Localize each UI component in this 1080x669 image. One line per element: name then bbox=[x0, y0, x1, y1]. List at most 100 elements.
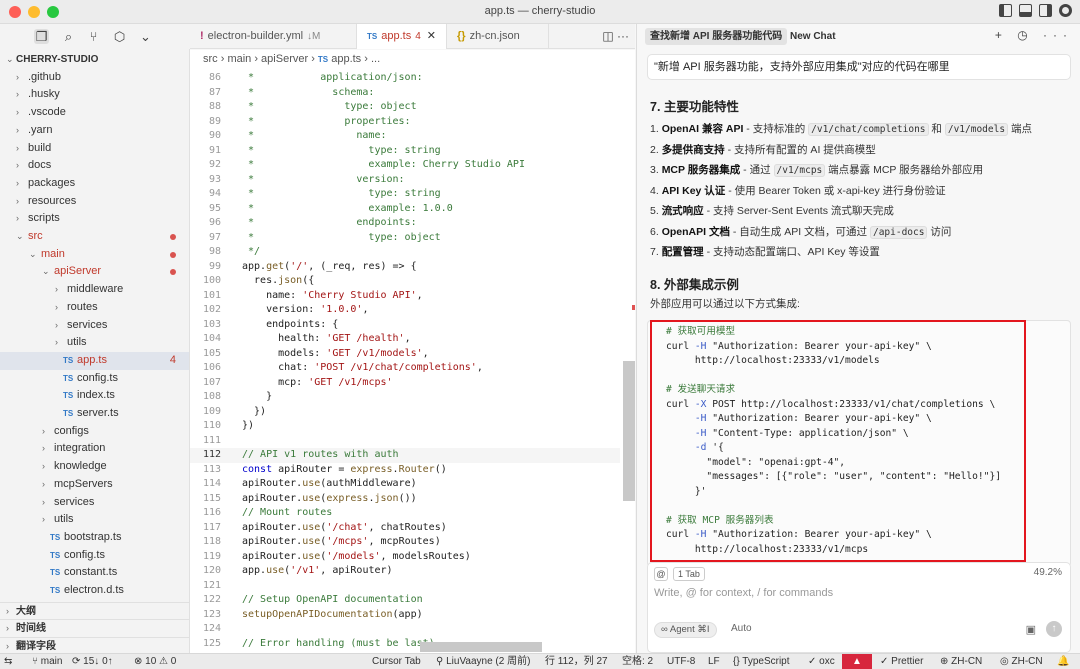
code-line[interactable]: 105 models: 'GET /v1/models', bbox=[190, 347, 620, 362]
mention-button[interactable]: @ bbox=[654, 567, 668, 581]
file-item[interactable]: TS constant.ts bbox=[0, 564, 189, 582]
prettier-status[interactable]: ✓ Prettier bbox=[880, 654, 923, 669]
breadcrumb[interactable]: src › main › apiServer › TS app.ts › ... bbox=[190, 50, 635, 68]
file-item[interactable]: TS electron.d.ts bbox=[0, 582, 189, 600]
code-line[interactable]: 99 app.get('/', (_req, res) => { bbox=[190, 260, 620, 275]
folder-item[interactable]: › resources bbox=[0, 193, 189, 211]
file-item[interactable]: TS config.ts bbox=[0, 547, 189, 565]
send-button[interactable]: ↑ bbox=[1046, 621, 1062, 637]
toggle-primary-sidebar-icon[interactable] bbox=[999, 4, 1012, 17]
code-line[interactable]: 98 */ bbox=[190, 245, 620, 260]
folder-item[interactable]: ⌄ src bbox=[0, 228, 189, 246]
locale-2[interactable]: ◎ ZH-CN bbox=[1000, 654, 1043, 669]
code-line[interactable]: 119 apiRouter.use('/models', modelsRoutes… bbox=[190, 550, 620, 565]
code-line[interactable]: 117 apiRouter.use('/chat', chatRoutes) bbox=[190, 521, 620, 536]
code-line[interactable]: 86 * application/json: bbox=[190, 71, 620, 86]
panel-section[interactable]: › 翻译字段 bbox=[0, 637, 189, 653]
code-line[interactable]: 100 res.json({ bbox=[190, 274, 620, 289]
breadcrumb-path[interactable]: src › main › apiServer › bbox=[203, 53, 318, 65]
folder-item[interactable]: › .yarn bbox=[0, 122, 189, 140]
code-line[interactable]: 94 * type: string bbox=[190, 187, 620, 202]
chat-actions[interactable]: + ◷ ··· bbox=[995, 28, 1073, 42]
sync-status[interactable]: ⟳ 15↓ 0↑ bbox=[72, 654, 113, 669]
toggle-panel-icon[interactable] bbox=[1019, 4, 1032, 17]
folder-item[interactable]: › routes bbox=[0, 299, 189, 317]
code-line[interactable]: 109 }) bbox=[190, 405, 620, 420]
toggle-secondary-sidebar-icon[interactable] bbox=[1039, 4, 1052, 17]
folder-item[interactable]: › knowledge bbox=[0, 458, 189, 476]
code-line[interactable]: 107 mcp: 'GET /v1/mcps' bbox=[190, 376, 620, 391]
code-line[interactable]: 110}) bbox=[190, 419, 620, 434]
code-line[interactable]: 120 app.use('/v1', apiRouter) bbox=[190, 564, 620, 579]
chat-tab-new[interactable]: New Chat bbox=[785, 28, 841, 45]
folder-item[interactable]: › utils bbox=[0, 334, 189, 352]
code-line[interactable]: 102 version: '1.0.0', bbox=[190, 303, 620, 318]
cursor-position[interactable]: 行 112，列 27 bbox=[545, 654, 608, 669]
close-tab-icon[interactable]: ✕ bbox=[427, 30, 436, 42]
code-line[interactable]: 104 health: 'GET /health', bbox=[190, 332, 620, 347]
folder-item[interactable]: › .husky bbox=[0, 86, 189, 104]
git-blame[interactable]: ⚲ LiuVaayne (2 周前) bbox=[436, 654, 530, 669]
folder-item[interactable]: › mcpServers bbox=[0, 476, 189, 494]
branch-indicator[interactable]: ⑂ main bbox=[32, 654, 62, 669]
code-line[interactable]: 108 } bbox=[190, 390, 620, 405]
code-line[interactable]: 122 // Setup OpenAPI documentation bbox=[190, 593, 620, 608]
code-line[interactable]: 90 * name: bbox=[190, 129, 620, 144]
cursor-tab-status[interactable]: Cursor Tab bbox=[372, 654, 421, 669]
source-control-icon[interactable]: ⑂ bbox=[86, 29, 101, 44]
folder-item[interactable]: › .vscode bbox=[0, 104, 189, 122]
code-line[interactable]: 87 * schema: bbox=[190, 86, 620, 101]
editor-tab[interactable]: TS app.ts 4 ✕ bbox=[357, 24, 447, 49]
file-item[interactable]: TS index.ts bbox=[0, 387, 189, 405]
file-item[interactable]: TS bootstrap.ts bbox=[0, 529, 189, 547]
editor-tab[interactable]: {} zh-cn.json bbox=[447, 24, 549, 49]
code-line[interactable]: 123 setupOpenAPIDocumentation(app) bbox=[190, 608, 620, 623]
oxc-status[interactable]: ✓ oxc bbox=[808, 654, 835, 669]
chat-tab-active[interactable]: 查找新增 API 服务器功能代码 bbox=[645, 28, 788, 45]
code-line[interactable]: 101 name: 'Cherry Studio API', bbox=[190, 289, 620, 304]
problems-indicator[interactable]: ⊗ 10 ⚠ 0 bbox=[134, 654, 176, 669]
breadcrumb-file[interactable]: app.ts › ... bbox=[331, 53, 380, 65]
code-line[interactable]: 93 * version: bbox=[190, 173, 620, 188]
folder-item[interactable]: › services bbox=[0, 494, 189, 512]
code-editor[interactable]: 86 * application/json: 87 * schema: 88 * t… bbox=[190, 68, 635, 653]
code-line[interactable]: 116 // Mount routes bbox=[190, 506, 620, 521]
context-tab-chip[interactable]: 1 Tab bbox=[673, 567, 705, 581]
code-line[interactable]: 113 const apiRouter = express.Router() bbox=[190, 463, 620, 478]
code-line[interactable]: 106 chat: 'POST /v1/chat/completions', bbox=[190, 361, 620, 376]
split-editor-icon[interactable]: ◫ ··· bbox=[602, 29, 629, 43]
folder-item[interactable]: ⌄ main bbox=[0, 246, 189, 264]
folder-item[interactable]: › services bbox=[0, 317, 189, 335]
file-item[interactable]: TS config.ts bbox=[0, 370, 189, 388]
code-line[interactable]: 103 endpoints: { bbox=[190, 318, 620, 333]
code-line[interactable]: 89 * properties: bbox=[190, 115, 620, 130]
extensions-icon[interactable]: ⬡ bbox=[112, 29, 127, 44]
encoding[interactable]: UTF-8 bbox=[667, 654, 695, 669]
folder-item[interactable]: ⌄ apiServer bbox=[0, 263, 189, 281]
warning-badge[interactable]: ▲ bbox=[842, 654, 872, 669]
chat-composer[interactable]: @ 1 Tab 49.2% Write, @ for context, / fo… bbox=[647, 562, 1071, 653]
editor-vertical-scrollbar[interactable] bbox=[623, 361, 635, 501]
search-icon[interactable]: ⌕ bbox=[61, 29, 76, 44]
locale-1[interactable]: ⊕ ZH-CN bbox=[940, 654, 982, 669]
code-line[interactable]: 88 * type: object bbox=[190, 100, 620, 115]
chat-input[interactable]: Write, @ for context, / for commands bbox=[654, 587, 833, 599]
folder-item[interactable]: › .github bbox=[0, 69, 189, 87]
folder-item[interactable]: › middleware bbox=[0, 281, 189, 299]
folder-item[interactable]: › utils bbox=[0, 511, 189, 529]
agent-mode-button[interactable]: ∞ Agent ⌘I bbox=[654, 622, 717, 638]
user-message[interactable]: "新增 API 服务器功能，支持外部应用集成"对应的代码在哪里 bbox=[647, 54, 1071, 80]
explorer-root[interactable]: ⌄ CHERRY-STUDIO bbox=[0, 51, 189, 69]
code-line[interactable]: 124 bbox=[190, 622, 620, 637]
code-line[interactable]: 118 apiRouter.use('/mcps', mcpRoutes) bbox=[190, 535, 620, 550]
code-line[interactable]: 97 * type: object bbox=[190, 231, 620, 246]
editor-horizontal-scrollbar[interactable] bbox=[420, 642, 542, 652]
panel-section[interactable]: › 时间线 bbox=[0, 619, 189, 637]
folder-item[interactable]: › docs bbox=[0, 157, 189, 175]
code-line[interactable]: 95 * example: 1.0.0 bbox=[190, 202, 620, 217]
code-line[interactable]: 121 bbox=[190, 579, 620, 594]
editor-tab[interactable]: ! electron-builder.yml ↓M bbox=[190, 24, 357, 49]
folder-item[interactable]: › scripts bbox=[0, 210, 189, 228]
folder-item[interactable]: › packages bbox=[0, 175, 189, 193]
code-line[interactable]: 92 * example: Cherry Studio API bbox=[190, 158, 620, 173]
